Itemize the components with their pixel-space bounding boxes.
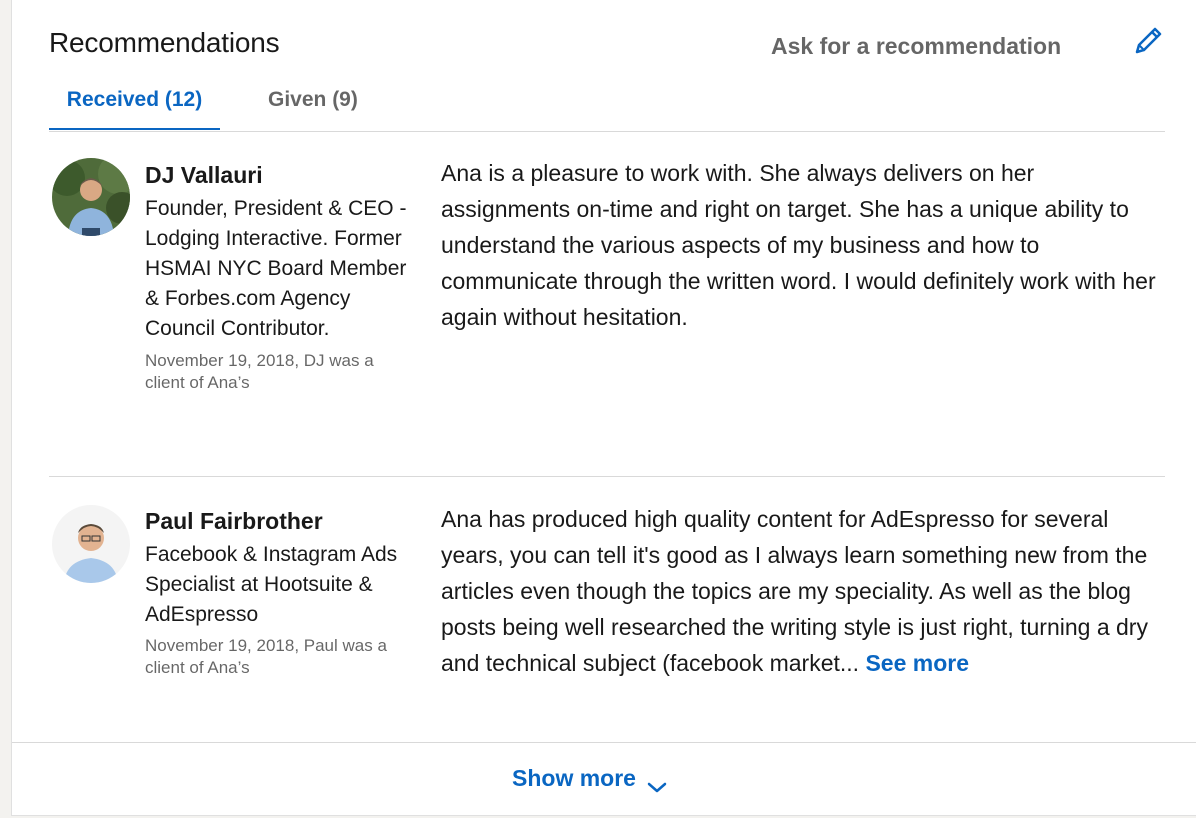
tab-bar: Received (12) Given (9) [49,84,1165,132]
recommender-headline: Facebook & Instagram Ads Specialist at H… [145,543,398,626]
ask-recommendation-link[interactable]: Ask for a recommendation [771,33,1061,60]
recommendation-text-container: Ana has produced high quality content fo… [441,501,1161,681]
chevron-down-icon [646,773,668,793]
see-more-link[interactable]: See more [865,650,969,676]
recommendation-text: Ana is a pleasure to work with. She alwa… [441,160,1156,330]
avatar[interactable] [52,158,130,236]
card-footer: Show more [12,742,1196,816]
pencil-icon[interactable] [1131,24,1165,58]
recommender-info: DJ Vallauri Founder, President & CEO - L… [145,160,413,394]
show-more-button[interactable]: Show more [512,765,668,793]
recommender-name[interactable]: DJ Vallauri [145,160,413,190]
section-title: Recommendations [49,27,280,58]
recommendation-date: November 19, 2018, Paul was a client of … [145,636,387,677]
tab-received[interactable]: Received (12) [49,88,220,130]
recommendation-item: Paul Fairbrother Facebook & Instagram Ad… [49,477,1165,742]
avatar[interactable] [52,505,130,583]
recommender-headline: Founder, President & CEO - Lodging Inter… [145,197,407,340]
recommender-name[interactable]: Paul Fairbrother [145,506,413,536]
tab-given[interactable]: Given (9) [268,88,358,128]
recommendation-date: November 19, 2018, DJ was a client of An… [145,351,374,392]
show-more-label: Show more [512,765,636,791]
recommendations-card: Recommendations Ask for a recommendation… [11,0,1196,816]
recommendation-item: DJ Vallauri Founder, President & CEO - L… [49,132,1165,477]
recommendation-text: Ana has produced high quality content fo… [441,506,1148,676]
recommender-info: Paul Fairbrother Facebook & Instagram Ad… [145,506,413,679]
